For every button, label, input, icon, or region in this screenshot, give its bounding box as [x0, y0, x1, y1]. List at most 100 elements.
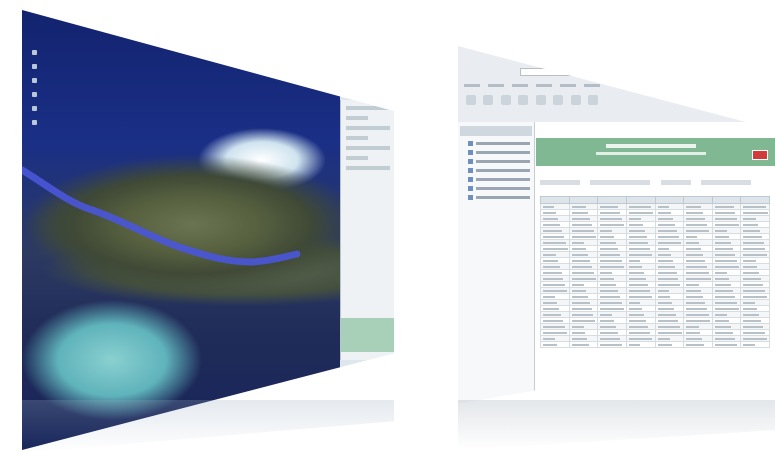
cell-text: [543, 229, 562, 232]
tree-item[interactable]: [468, 167, 530, 173]
folder-icon: [468, 140, 473, 146]
pan-up-icon[interactable]: [32, 78, 37, 83]
cell-text: [743, 265, 758, 268]
close-report-button[interactable]: [752, 150, 768, 160]
filter-field[interactable]: [540, 180, 580, 186]
cell-text: [600, 205, 619, 208]
tree-item[interactable]: [468, 176, 530, 182]
column-header[interactable]: [540, 196, 570, 204]
cell-text: [743, 307, 758, 310]
cell-text: [571, 301, 590, 304]
print-icon[interactable]: [588, 95, 599, 105]
column-header[interactable]: [711, 196, 742, 204]
tree-item[interactable]: [468, 185, 530, 191]
cell-text: [628, 253, 653, 256]
menu-item[interactable]: [488, 84, 504, 87]
folder-icon: [468, 194, 473, 200]
tree-item[interactable]: [468, 149, 530, 155]
pan-right-icon[interactable]: [32, 120, 37, 125]
cell-text: [571, 265, 592, 268]
table-cell: [654, 341, 685, 348]
cell-text: [543, 241, 566, 244]
favorites-icon[interactable]: [570, 95, 581, 105]
cell-text: [600, 259, 623, 262]
column-header[interactable]: [654, 196, 685, 204]
cell-text: [714, 337, 735, 340]
cell-text: [743, 229, 760, 232]
column-header[interactable]: [683, 196, 713, 204]
tree-item[interactable]: [468, 158, 530, 164]
cell-text: [657, 253, 671, 256]
cell-text: [628, 301, 641, 304]
table-cell: [711, 341, 742, 348]
cell-text: [714, 289, 733, 292]
cell-text: [543, 217, 558, 220]
column-header[interactable]: [625, 196, 656, 204]
tree-header: [460, 126, 532, 136]
forward-icon[interactable]: [483, 95, 494, 105]
cell-text: [743, 301, 756, 304]
cell-text: [600, 241, 617, 244]
panel-footer: [341, 318, 394, 352]
route-path: [22, 166, 301, 266]
pan-down-icon[interactable]: [32, 92, 37, 97]
menu-item[interactable]: [560, 84, 576, 87]
panel-row[interactable]: [346, 126, 390, 130]
cell-text: [571, 289, 586, 292]
column-header[interactable]: [597, 196, 627, 204]
cell-text: [600, 307, 624, 310]
tree-item[interactable]: [468, 194, 530, 200]
map-zoom-control[interactable]: [28, 50, 42, 180]
cell-text: [600, 313, 612, 316]
panel-row[interactable]: [346, 106, 390, 110]
panel-row[interactable]: [346, 136, 368, 140]
tree-item[interactable]: [468, 140, 530, 146]
panel-row[interactable]: [346, 156, 368, 160]
filter-field[interactable]: [590, 180, 651, 186]
cell-text: [543, 295, 556, 298]
back-icon[interactable]: [466, 95, 476, 105]
table-cell: [625, 341, 656, 348]
filter-field[interactable]: [660, 180, 691, 186]
menu-item[interactable]: [536, 84, 552, 87]
table-row[interactable]: [540, 341, 770, 348]
zoom-out-icon[interactable]: [32, 64, 37, 69]
browser-chrome: [458, 46, 775, 122]
filter-field[interactable]: [701, 180, 752, 186]
map-window-titlebar: [22, 10, 394, 20]
panel-row[interactable]: [346, 116, 368, 120]
cell-text: [686, 307, 707, 310]
cell-text: [743, 259, 756, 262]
cell-text: [686, 325, 699, 328]
menu-item[interactable]: [464, 84, 480, 87]
cell-text: [657, 271, 677, 274]
menu-item[interactable]: [512, 84, 528, 87]
cell-text: [686, 247, 702, 250]
search-icon[interactable]: [553, 95, 564, 105]
cell-text: [714, 259, 738, 262]
cell-text: [714, 253, 736, 256]
column-header[interactable]: [740, 196, 770, 204]
pan-left-icon[interactable]: [32, 106, 37, 111]
cell-text: [543, 331, 568, 334]
route-layer: [22, 166, 301, 266]
zoom-in-icon[interactable]: [32, 50, 37, 55]
satellite-map[interactable]: [22, 10, 340, 450]
cell-text: [743, 283, 764, 286]
menu-item[interactable]: [584, 84, 600, 87]
column-header[interactable]: [568, 196, 599, 204]
cell-text: [743, 223, 758, 226]
cell-text: [628, 325, 648, 328]
stop-icon[interactable]: [500, 95, 511, 105]
panel-row[interactable]: [346, 166, 390, 170]
cell-text: [743, 289, 766, 292]
cell-text: [600, 343, 622, 346]
panel-row[interactable]: [346, 146, 390, 150]
cell-text: [714, 265, 740, 268]
folder-icon: [468, 185, 473, 191]
cell-text: [628, 217, 641, 220]
cell-text: [714, 277, 730, 280]
cell-text: [600, 283, 616, 286]
home-icon[interactable]: [535, 95, 546, 105]
refresh-icon[interactable]: [518, 95, 529, 105]
